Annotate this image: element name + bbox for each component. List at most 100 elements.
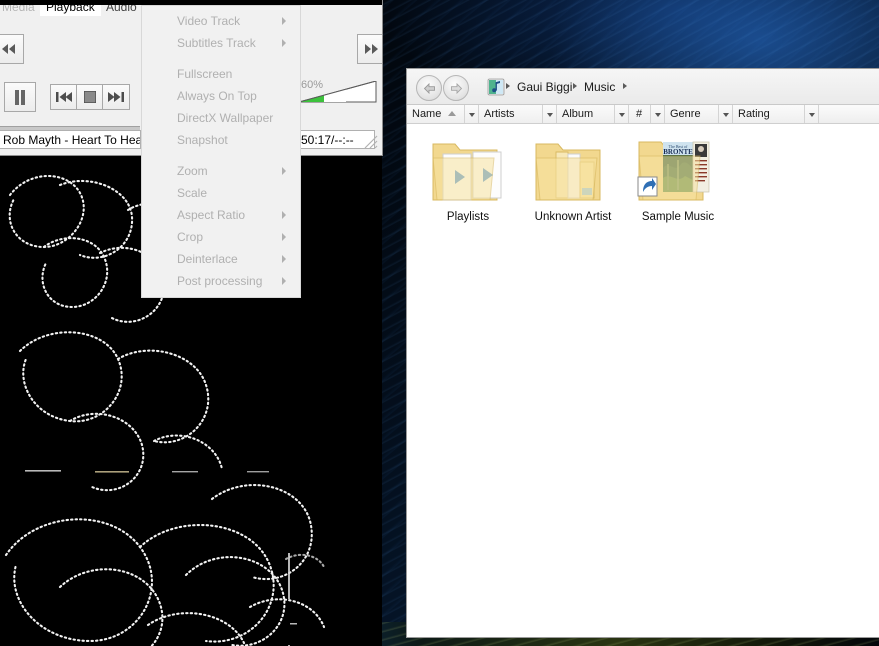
chevron-down-icon — [619, 113, 625, 117]
chevron-right-icon — [282, 277, 286, 285]
menu-item-label: Subtitles Track — [177, 36, 256, 50]
pause-icon — [15, 89, 25, 105]
menu-separator — [144, 58, 298, 59]
chevron-down-icon — [547, 113, 553, 117]
menu-item-label: Aspect Ratio — [177, 208, 246, 222]
fast-forward-icon — [365, 44, 378, 54]
column-dropdown-album[interactable] — [615, 105, 629, 123]
volume-slider[interactable]: 60% — [299, 79, 377, 103]
folder-playlists-icon — [415, 130, 521, 210]
menu-item-video-track[interactable]: Video Track — [142, 10, 300, 32]
folder-stack-icon — [520, 130, 626, 210]
previous-button[interactable] — [50, 84, 78, 110]
playback-dropdown-menu[interactable]: Video Track Subtitles Track Fullscreen A… — [141, 5, 301, 298]
folder-playlists-glyph — [432, 143, 502, 201]
menu-item-fullscreen[interactable]: Fullscreen — [142, 63, 300, 85]
list-item[interactable]: Unknown Artist — [520, 130, 626, 224]
explorer-window[interactable]: Gaui Biggi Music Name Artists Album # Ge… — [406, 68, 879, 638]
menu-separator — [144, 155, 298, 156]
menu-media[interactable]: Media — [0, 0, 41, 16]
breadcrumb-chevron-icon[interactable] — [623, 83, 627, 89]
column-label: Name — [412, 108, 442, 120]
menu-item-label: DirectX Wallpaper — [177, 111, 274, 125]
stop-icon — [84, 91, 96, 103]
column-header-artists[interactable]: Artists — [479, 105, 543, 123]
chevron-right-icon — [282, 211, 286, 219]
menu-item-label: Snapshot — [177, 133, 228, 147]
list-item[interactable]: Playlists — [415, 130, 521, 224]
column-dropdown-rating[interactable] — [805, 105, 819, 123]
chevron-down-icon — [469, 113, 475, 117]
breadcrumb-item-music[interactable]: Music — [584, 79, 615, 95]
desktop-screen: Media Playback Audio Video Tools View He… — [0, 0, 879, 646]
column-header-rating[interactable]: Rating — [733, 105, 805, 123]
menu-item-crop[interactable]: Crop — [142, 226, 300, 248]
chevron-right-icon — [282, 233, 286, 241]
menu-item-label: Crop — [177, 230, 204, 244]
menu-item-label: Zoom — [177, 164, 208, 178]
next-button[interactable] — [102, 84, 130, 110]
music-library-icon — [487, 78, 505, 96]
menu-item-directx-wallpaper[interactable]: DirectX Wallpaper — [142, 107, 300, 129]
list-item[interactable]: The Best of BRONTE Sample Music — [625, 130, 731, 224]
menu-item-always-on-top[interactable]: Always On Top — [142, 85, 300, 107]
menu-item-deinterlace[interactable]: Deinterlace — [142, 248, 300, 270]
svg-text:BRONTE: BRONTE — [663, 148, 693, 156]
back-button[interactable] — [416, 75, 442, 101]
menu-item-subtitles-track[interactable]: Subtitles Track — [142, 32, 300, 54]
menu-item-aspect-ratio[interactable]: Aspect Ratio — [142, 204, 300, 226]
arrow-right-icon — [450, 82, 462, 94]
explorer-navigation-bar[interactable]: Gaui Biggi Music — [407, 69, 879, 105]
menu-item-scale[interactable]: Scale — [142, 182, 300, 204]
column-label: # — [636, 108, 643, 120]
explorer-file-area[interactable]: Playlists Unknown Artist The Best of BRO… — [407, 125, 879, 637]
list-item-label: Sample Music — [641, 211, 715, 223]
step-back-button[interactable] — [0, 34, 24, 64]
column-dropdown-track-number[interactable] — [651, 105, 665, 123]
chevron-down-icon — [655, 113, 661, 117]
breadcrumb-chevron-icon[interactable] — [573, 83, 577, 89]
menu-item-zoom[interactable]: Zoom — [142, 160, 300, 182]
explorer-column-headers[interactable]: Name Artists Album # Genre Rating — [407, 105, 879, 124]
column-header-genre[interactable]: Genre — [665, 105, 719, 123]
column-label: Rating — [738, 108, 770, 120]
column-header-name[interactable]: Name — [407, 105, 465, 123]
pause-button[interactable] — [4, 82, 36, 112]
column-header-track-number[interactable]: # — [629, 105, 651, 123]
folder-albumart-icon: The Best of BRONTE — [625, 130, 731, 210]
menu-item-label: Deinterlace — [177, 252, 238, 266]
column-label: Artists — [484, 108, 515, 120]
column-dropdown-artists[interactable] — [543, 105, 557, 123]
step-forward-button[interactable] — [357, 34, 382, 64]
menu-playback[interactable]: Playback — [40, 0, 101, 16]
rewind-icon — [2, 44, 15, 54]
column-header-album[interactable]: Album — [557, 105, 615, 123]
breadcrumb-item-gaui-biggi[interactable]: Gaui Biggi — [517, 79, 572, 95]
menu-audio[interactable]: Audio — [100, 0, 143, 16]
menu-item-label: Fullscreen — [177, 67, 233, 81]
menu-item-post-processing[interactable]: Post processing — [142, 270, 300, 292]
arrow-left-icon — [423, 82, 435, 94]
chevron-down-icon — [723, 113, 729, 117]
stop-button[interactable] — [76, 84, 104, 110]
skip-next-icon — [108, 92, 124, 102]
menu-item-snapshot[interactable]: Snapshot — [142, 129, 300, 151]
list-item-label: Unknown Artist — [534, 211, 612, 223]
breadcrumb-chevron-icon[interactable] — [506, 83, 510, 89]
chevron-right-icon — [282, 167, 286, 175]
column-dropdown-genre[interactable] — [719, 105, 733, 123]
volume-label: 60% — [301, 79, 324, 91]
resize-grip-icon[interactable] — [363, 134, 379, 150]
menu-item-label: Video Track — [177, 14, 241, 28]
chevron-right-icon — [282, 255, 286, 263]
forward-button[interactable] — [443, 75, 469, 101]
column-dropdown-name[interactable] — [465, 105, 479, 123]
sort-ascending-icon — [448, 111, 456, 116]
menu-item-label: Always On Top — [177, 89, 257, 103]
list-item-label: Playlists — [446, 211, 490, 223]
menu-item-label: Scale — [177, 186, 208, 200]
menu-item-label: Post processing — [177, 274, 263, 288]
now-playing-title: Rob Mayth - Heart To Heart — [0, 130, 141, 149]
chevron-right-icon — [282, 17, 286, 25]
skip-previous-icon — [56, 92, 72, 102]
